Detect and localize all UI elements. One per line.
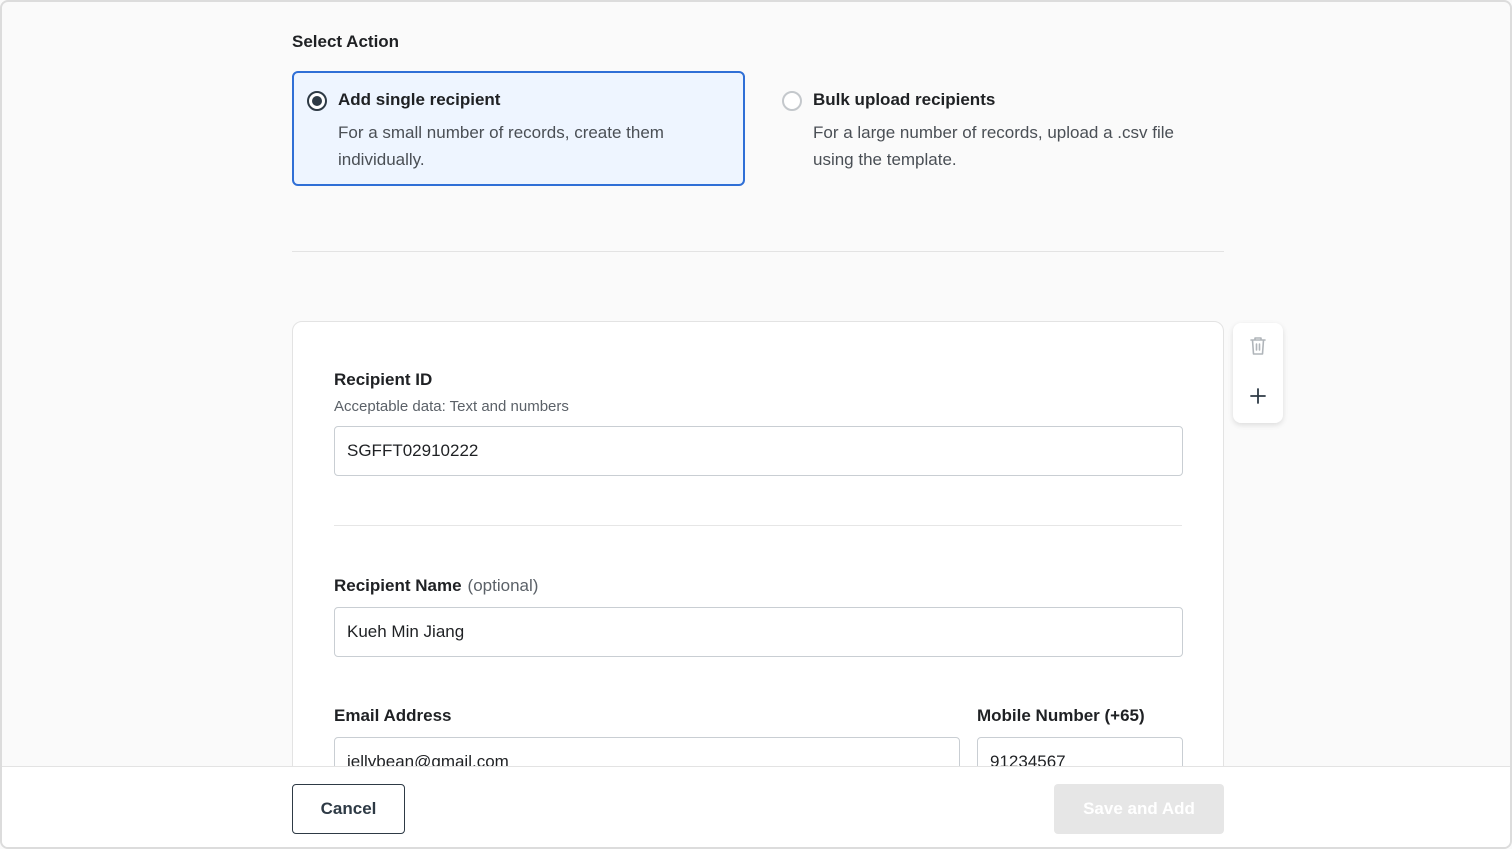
option-title: Bulk upload recipients bbox=[813, 90, 996, 109]
save-and-add-button[interactable]: Save and Add bbox=[1054, 784, 1224, 834]
recipient-name-input[interactable] bbox=[334, 607, 1183, 657]
row-actions bbox=[1233, 323, 1283, 423]
option-bulk-upload-recipients[interactable]: Bulk upload recipients For a large numbe… bbox=[766, 71, 1206, 186]
section-title: Select Action bbox=[292, 32, 400, 51]
mobile-label: Mobile Number (+65) bbox=[977, 706, 1145, 725]
recipient-id-input[interactable] bbox=[334, 426, 1183, 476]
plus-icon bbox=[1249, 387, 1267, 410]
recipient-name-label: Recipient Name (optional) bbox=[334, 576, 538, 596]
email-label: Email Address bbox=[334, 706, 452, 725]
app-frame: Select Action Add single recipient For a… bbox=[0, 0, 1512, 849]
recipient-id-label: Recipient ID bbox=[334, 370, 433, 389]
add-row-button[interactable] bbox=[1233, 373, 1283, 423]
section-divider bbox=[292, 251, 1224, 252]
radio-bulk-upload[interactable] bbox=[782, 91, 802, 111]
optional-tag: (optional) bbox=[467, 576, 539, 595]
recipient-name-label-text: Recipient Name bbox=[334, 576, 462, 595]
delete-button[interactable] bbox=[1233, 323, 1283, 373]
recipient-id-help: Acceptable data: Text and numbers bbox=[334, 398, 569, 415]
option-description: For a small number of records, create th… bbox=[338, 123, 664, 169]
radio-add-single[interactable] bbox=[307, 91, 327, 111]
form-divider bbox=[334, 525, 1182, 526]
option-add-single-recipient[interactable]: Add single recipient For a small number … bbox=[292, 71, 745, 186]
cancel-button[interactable]: Cancel bbox=[292, 784, 405, 834]
trash-icon bbox=[1248, 335, 1268, 362]
option-title: Add single recipient bbox=[338, 90, 501, 109]
footer-bar: Cancel Save and Add bbox=[2, 766, 1510, 847]
option-description: For a large number of records, upload a … bbox=[813, 123, 1174, 169]
